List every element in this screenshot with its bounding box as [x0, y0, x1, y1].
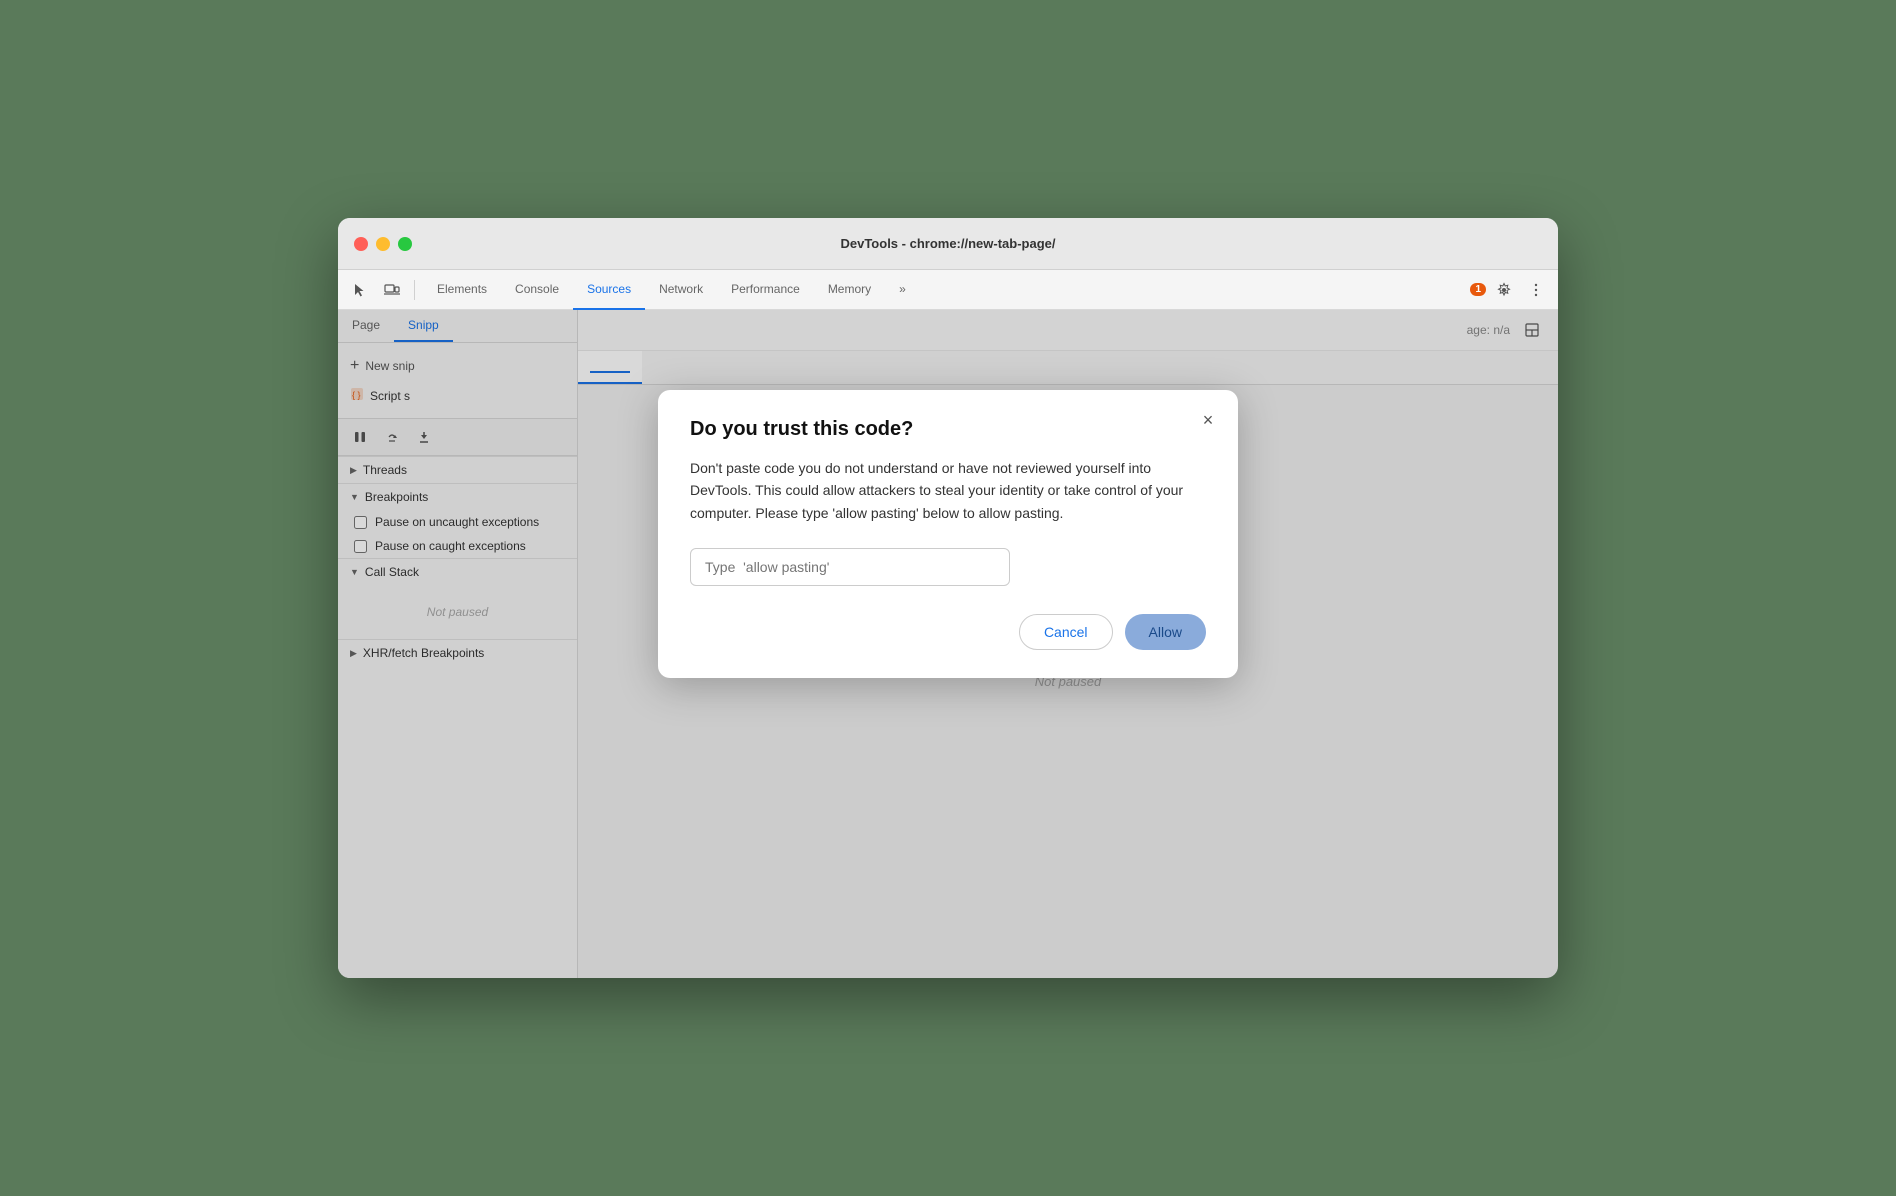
modal-title: Do you trust this code?	[690, 418, 1206, 441]
devtools-nav-tabs: Elements Console Sources Network Perform…	[423, 270, 1466, 310]
modal-overlay: × Do you trust this code? Don't paste co…	[338, 310, 1558, 978]
devtools-toolbar: Elements Console Sources Network Perform…	[338, 270, 1558, 310]
window-title: DevTools - chrome://new-tab-page/	[840, 236, 1055, 251]
modal-actions: Cancel Allow	[690, 614, 1206, 650]
settings-icon[interactable]	[1490, 276, 1518, 304]
close-button[interactable]	[354, 237, 368, 251]
modal-body: Don't paste code you do not understand o…	[690, 457, 1206, 524]
toolbar-divider	[414, 280, 415, 300]
tab-network[interactable]: Network	[645, 270, 717, 310]
tab-performance[interactable]: Performance	[717, 270, 814, 310]
tab-elements[interactable]: Elements	[423, 270, 501, 310]
cursor-icon[interactable]	[346, 276, 374, 304]
devtools-body: Page Snipp + New snip	[338, 310, 1558, 978]
titlebar: DevTools - chrome://new-tab-page/	[338, 218, 1558, 270]
more-options-icon[interactable]	[1522, 276, 1550, 304]
tab-more[interactable]: »	[885, 270, 920, 310]
error-badge: 1	[1470, 283, 1486, 296]
allow-button[interactable]: Allow	[1125, 614, 1206, 650]
device-icon[interactable]	[378, 276, 406, 304]
cancel-button[interactable]: Cancel	[1019, 614, 1113, 650]
tab-console[interactable]: Console	[501, 270, 573, 310]
allow-pasting-input[interactable]	[690, 548, 1010, 586]
toolbar-right: 1	[1470, 276, 1550, 304]
maximize-button[interactable]	[398, 237, 412, 251]
trust-dialog: × Do you trust this code? Don't paste co…	[658, 390, 1238, 678]
tab-sources[interactable]: Sources	[573, 270, 645, 310]
modal-close-button[interactable]: ×	[1194, 406, 1222, 434]
window-controls	[354, 237, 412, 251]
devtools-window: DevTools - chrome://new-tab-page/ Elemen…	[338, 218, 1558, 978]
minimize-button[interactable]	[376, 237, 390, 251]
tab-memory[interactable]: Memory	[814, 270, 885, 310]
